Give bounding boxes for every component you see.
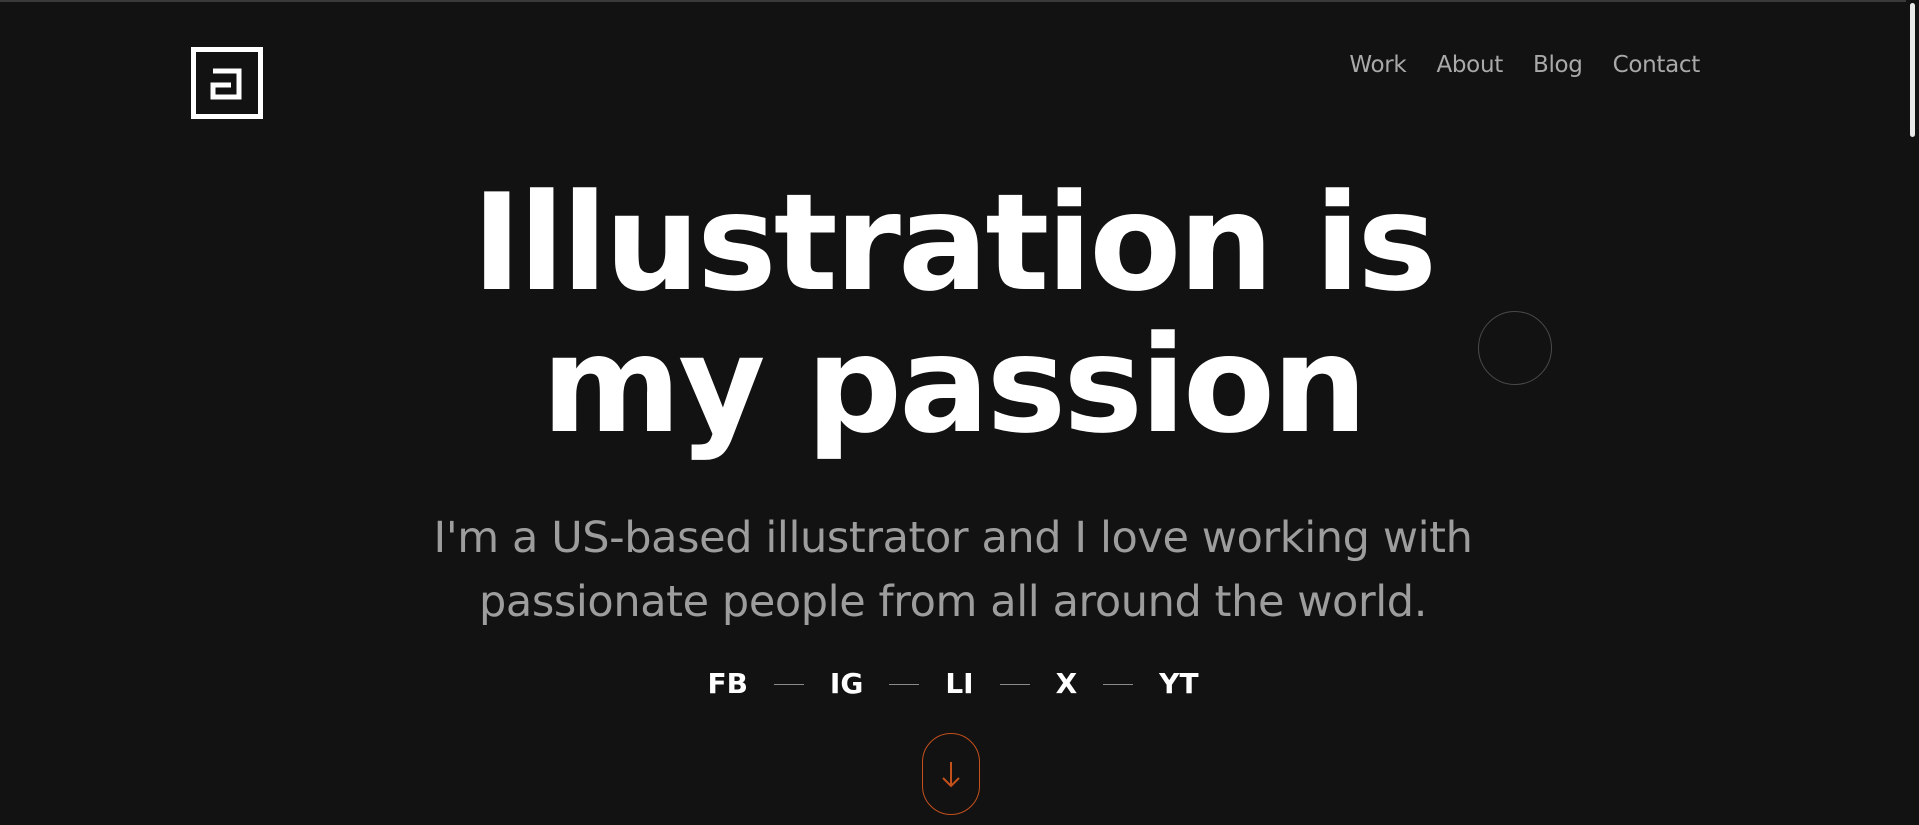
scrollbar[interactable] — [1906, 0, 1919, 825]
cursor-follower-circle — [1478, 311, 1552, 385]
nav-link-about[interactable]: About — [1436, 48, 1503, 82]
hero-title-line-1: Illustration is — [471, 165, 1437, 321]
social-link-youtube[interactable]: YT — [1159, 664, 1198, 704]
scroll-down-button[interactable] — [922, 733, 980, 815]
social-separator — [1103, 683, 1134, 685]
social-separator — [999, 683, 1030, 685]
social-link-x[interactable]: X — [1056, 664, 1078, 704]
social-separator — [889, 683, 920, 685]
hero-title: Illustration is my passion — [0, 172, 1906, 456]
site-logo[interactable] — [191, 47, 263, 119]
hero-subtitle-line-2: passionate people from all around the wo… — [479, 577, 1427, 627]
nav-link-work[interactable]: Work — [1349, 48, 1406, 82]
social-link-facebook[interactable]: FB — [707, 664, 747, 704]
social-separator — [773, 683, 804, 685]
hero-subtitle-line-1: I'm a US-based illustrator and I love wo… — [433, 513, 1473, 563]
arrow-down-icon — [942, 762, 960, 788]
social-link-linkedin[interactable]: LI — [945, 664, 973, 704]
square-a-logo-icon — [191, 47, 263, 119]
nav-link-contact[interactable]: Contact — [1613, 48, 1701, 82]
scrollbar-thumb[interactable] — [1910, 3, 1915, 137]
social-links: FB IG LI X YT — [0, 664, 1906, 704]
hero-title-line-2: my passion — [541, 307, 1368, 463]
nav-link-blog[interactable]: Blog — [1533, 48, 1583, 82]
hero-subtitle: I'm a US-based illustrator and I love wo… — [0, 506, 1906, 634]
social-link-instagram[interactable]: IG — [830, 664, 863, 704]
main-nav: Work About Blog Contact — [1349, 48, 1700, 82]
top-border — [0, 0, 1919, 2]
